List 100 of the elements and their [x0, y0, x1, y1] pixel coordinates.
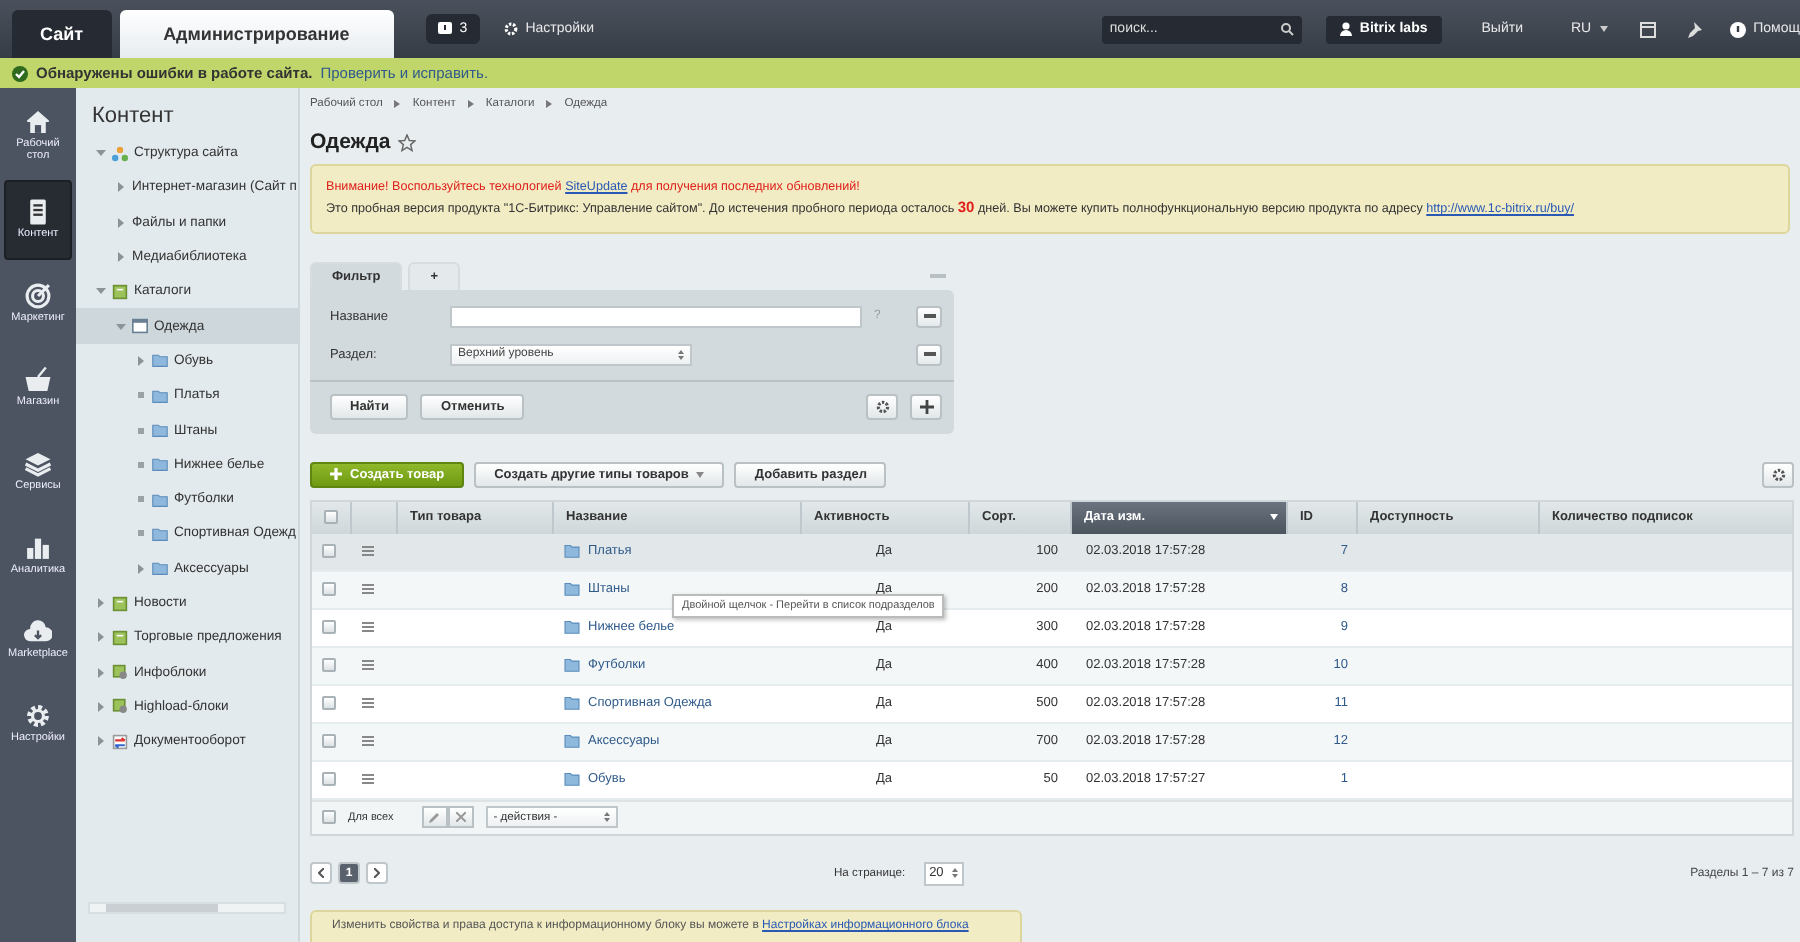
top-tab[interactable]: Администрирование [119, 10, 394, 58]
caret-icon [1599, 26, 1608, 32]
folder-icon [564, 620, 580, 635]
check-icon [12, 65, 28, 81]
for-all-checkbox[interactable] [322, 810, 336, 825]
bullet-icon [136, 459, 146, 470]
delete-icon [455, 812, 466, 823]
row-checkbox[interactable] [322, 620, 336, 635]
remove-field-button[interactable] [916, 343, 942, 366]
expand-arrow-icon[interactable] [96, 598, 106, 608]
chevron-right-icon [394, 100, 401, 108]
structure-icon [112, 145, 128, 162]
workflow-icon [112, 733, 128, 750]
message-icon [437, 22, 452, 36]
menu-icon[interactable] [362, 622, 374, 633]
analytics-icon [24, 534, 52, 563]
sort-caret-icon [1270, 514, 1278, 521]
expand-arrow-icon[interactable] [136, 563, 146, 574]
collapse-arrow-icon[interactable] [96, 286, 106, 297]
settings-button[interactable] [866, 394, 898, 421]
row-checkbox[interactable] [322, 772, 336, 787]
top-tab[interactable]: Сайт [12, 10, 112, 58]
home-icon [24, 108, 52, 137]
minimize-button[interactable] [930, 273, 946, 278]
expand-arrow-icon[interactable] [116, 182, 126, 193]
pin-icon[interactable] [1687, 22, 1702, 38]
gear-icon [1771, 467, 1785, 482]
folder-icon [152, 560, 168, 577]
minus-icon [923, 314, 935, 319]
collapse-arrow-icon[interactable] [96, 148, 106, 159]
chevron-left-icon [318, 868, 324, 879]
settings-button[interactable] [1762, 461, 1794, 488]
expand-arrow-icon[interactable] [96, 632, 106, 643]
expand-arrow-icon[interactable] [136, 355, 146, 366]
chevron-right-icon [467, 100, 474, 108]
star-icon[interactable] [398, 133, 417, 151]
marketing-icon [24, 282, 52, 311]
gear-book-icon [112, 664, 128, 681]
services-icon [24, 450, 52, 479]
folder-icon [152, 352, 168, 369]
delete-button[interactable] [447, 806, 474, 829]
row-checkbox[interactable] [322, 544, 336, 559]
expand-arrow-icon[interactable] [96, 701, 106, 712]
shop-icon [24, 366, 52, 395]
expand-arrow-icon[interactable] [116, 217, 126, 228]
folder-icon [564, 544, 580, 559]
gear-icon [875, 400, 889, 415]
previous-page-button[interactable] [310, 862, 332, 885]
folder-icon [564, 734, 580, 749]
book-icon [112, 629, 128, 646]
book-icon [112, 283, 128, 300]
menu-icon[interactable] [362, 774, 374, 785]
chevron-right-icon [374, 868, 380, 879]
table-icon [132, 318, 148, 335]
chevron-right-icon [546, 100, 553, 108]
caret-icon [696, 471, 705, 478]
plus-icon [330, 468, 342, 481]
row-checkbox[interactable] [322, 658, 336, 673]
page-title: Одежда [310, 130, 391, 154]
window-icon[interactable] [1639, 22, 1656, 38]
bullet-icon [136, 528, 146, 539]
search-icon [1279, 22, 1294, 36]
expand-arrow-icon[interactable] [96, 736, 106, 747]
row-checkbox[interactable] [322, 696, 336, 711]
folder-icon [564, 582, 580, 597]
settings-icon [503, 22, 518, 36]
panel-title: Контент [92, 104, 176, 128]
bullet-icon [136, 390, 146, 401]
menu-icon[interactable] [362, 698, 374, 709]
collapse-arrow-icon[interactable] [116, 321, 126, 332]
add-field-button[interactable] [910, 394, 942, 421]
expand-arrow-icon[interactable] [96, 667, 106, 678]
minus-icon [923, 352, 935, 357]
folder-icon [152, 387, 168, 404]
help-icon [1729, 21, 1746, 37]
folder-icon [564, 696, 580, 711]
plus-icon [919, 400, 933, 415]
content-icon [24, 198, 52, 227]
book-icon [112, 595, 128, 611]
row-checkbox[interactable] [322, 582, 336, 597]
menu-icon[interactable] [362, 546, 374, 557]
bullet-icon [136, 425, 146, 436]
marketplace-icon [24, 618, 52, 647]
expand-arrow-icon[interactable] [116, 252, 126, 263]
menu-icon[interactable] [362, 660, 374, 671]
scrollbar[interactable] [88, 902, 286, 914]
edit-button[interactable] [421, 806, 448, 829]
gear-book-icon [112, 698, 128, 715]
menu-icon[interactable] [362, 584, 374, 595]
remove-field-button[interactable] [916, 305, 942, 328]
updown-icon [951, 868, 958, 879]
bullet-icon [136, 494, 146, 505]
next-page-button[interactable] [366, 862, 388, 885]
updown-icon [603, 812, 610, 823]
menu-icon[interactable] [362, 736, 374, 747]
updown-icon [678, 349, 684, 360]
folder-icon [564, 658, 580, 673]
select-all-checkbox[interactable] [324, 510, 338, 525]
row-checkbox[interactable] [322, 734, 336, 749]
name-input[interactable] [450, 305, 862, 328]
